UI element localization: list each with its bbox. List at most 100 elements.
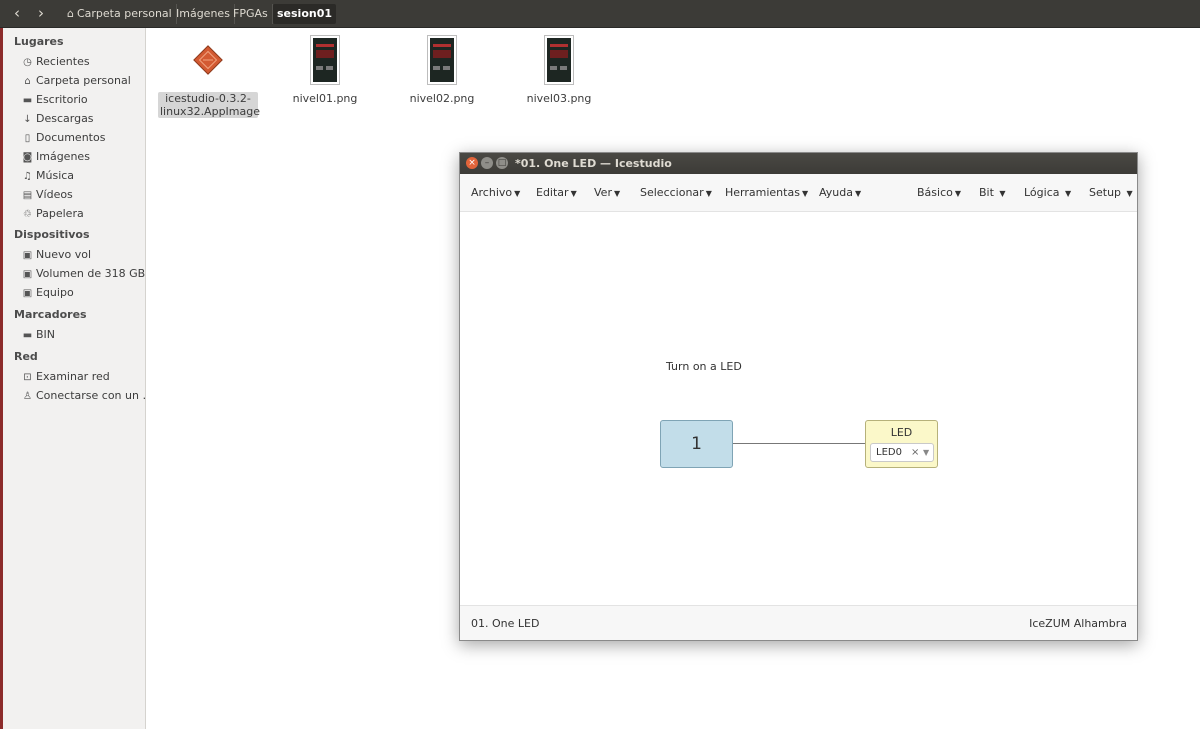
home-icon: ⌂ [24,76,31,87]
maximize-button[interactable]: □ [496,157,508,169]
file-nivel01[interactable]: nivel01.png [290,34,360,105]
sidebar-item-label: Nuevo vol [36,248,91,261]
sidebar-item-label: Papelera [36,207,84,220]
download-icon: ↓ [23,114,32,125]
menu-label: Lógica [1024,186,1060,199]
png-thumbnail [524,34,594,86]
menu-bar: Archivo ▼ Editar ▼ Ver ▼ Seleccionar ▼ Herra… [460,174,1137,212]
appimage-thumbnail [158,34,258,86]
sidebar-item-carpeta-personal[interactable]: ⌂ Carpeta personal [21,72,145,90]
folder-icon: ▬ [22,95,33,106]
menu-label: Setup [1089,186,1122,199]
caret-down-icon: ▼ [1065,189,1072,198]
sidebar-item-nuevo-vol[interactable]: ▣ Nuevo vol [21,246,145,264]
sidebar-item-papelera[interactable]: ♲ Papelera [21,205,145,223]
sidebar-item-recientes[interactable]: ◷ Recientes [21,53,145,71]
menu-label: Ayuda [819,186,853,199]
menu-bit[interactable]: Bit ▼ [979,174,1006,212]
file-label: nivel03.png [526,92,592,105]
caret-down-icon: ▼ [999,189,1006,198]
breadcrumb-label: Carpeta personal [76,7,172,20]
led-pin-value: LED0 [876,447,902,458]
folder-icon: ▬ [22,330,33,341]
sidebar-item-examinar-red[interactable]: ⊡ Examinar red [21,368,145,386]
menu-label: Bit [979,186,994,199]
sidebar-item-conectarse[interactable]: ♙ Conectarse con un … [21,387,145,405]
clear-icon[interactable]: × [911,444,919,461]
caret-down-icon: ▼ [1126,189,1133,198]
sidebar-item-descargas[interactable]: ↓ Descargas [21,110,145,128]
sidebar-item-label: Equipo [36,286,74,299]
menu-ver[interactable]: Ver ▼ [594,174,620,212]
sidebar-item-imagenes[interactable]: ◙ Imágenes [21,148,145,166]
chevron-right-icon: › [38,4,44,22]
sidebar-item-label: Música [36,169,75,182]
led-output-block[interactable]: LED LED0 × ▼ [865,420,938,468]
minimize-button[interactable]: – [481,157,493,169]
comment-text[interactable]: Turn on a LED [666,360,742,373]
design-canvas[interactable]: Turn on a LED 1 LED LED0 × ▼ [460,212,1137,605]
sidebar-section-marcadores: Marcadores [14,308,87,321]
back-button[interactable]: ‹ [6,3,28,25]
clock-icon: ◷ [23,57,32,68]
minimize-icon: – [484,158,490,168]
menu-setup[interactable]: Setup ▼ [1089,174,1133,212]
sidebar-section-lugares: Lugares [14,35,64,48]
caret-down-icon: ▼ [514,189,521,198]
chevron-left-icon: ‹ [14,4,20,22]
music-icon: ♫ [23,171,32,182]
sidebar-item-equipo[interactable]: ▣ Equipo [21,284,145,302]
file-nivel02[interactable]: nivel02.png [407,34,477,105]
caret-down-icon: ▼ [954,189,962,198]
sidebar-item-label: Carpeta personal [36,74,131,87]
led-pin-select[interactable]: LED0 × ▼ [870,443,934,462]
camera-icon: ◙ [22,152,33,163]
sidebar-item-label: Examinar red [36,370,110,383]
sidebar-item-bin[interactable]: ▬ BIN [21,326,145,344]
breadcrumb-fpgas[interactable]: FPGAs [229,4,273,24]
menu-ayuda[interactable]: Ayuda ▼ [819,174,861,212]
caret-down-icon: ▼ [705,189,712,198]
server-icon: ♙ [23,391,32,402]
sidebar-item-escritorio[interactable]: ▬ Escritorio [21,91,145,109]
menu-basico[interactable]: Básico ▼ [917,174,961,212]
dropdown-arrow-icon[interactable]: ▼ [923,444,929,461]
sidebar-item-documentos[interactable]: ▯ Documentos [21,129,145,147]
close-button[interactable]: × [466,157,478,169]
wire[interactable] [733,443,866,444]
sidebar-section-red: Red [14,350,38,363]
appimage-icon [193,45,223,75]
board-name[interactable]: IceZUM Alhambra [1029,606,1127,641]
image-thumbnail-icon [544,35,574,85]
constant-block[interactable]: 1 [660,420,733,468]
menu-herramientas[interactable]: Herramientas ▼ [725,174,808,212]
window-titlebar[interactable]: × – □ *01. One LED — Icestudio [460,153,1137,174]
sidebar-item-label: Volumen de 318 GB [36,267,145,280]
menu-archivo[interactable]: Archivo ▼ [471,174,520,212]
file-label: nivel02.png [409,92,475,105]
sidebar-item-videos[interactable]: ▤ Vídeos [21,186,145,204]
file-label: icestudio-0.3.2-linux32.AppImage [158,92,260,118]
sidebar-item-volumen-318[interactable]: ▣ Volumen de 318 GB [21,265,145,283]
network-icon: ⊡ [23,372,32,383]
breadcrumb-sesion01[interactable]: sesion01 [273,4,337,24]
drive-icon: ▣ [22,269,33,280]
sidebar-item-label: Documentos [36,131,106,144]
menu-editar[interactable]: Editar ▼ [536,174,577,212]
image-thumbnail-icon [427,35,457,85]
menu-seleccionar[interactable]: Seleccionar ▼ [640,174,712,212]
file-appimage[interactable]: icestudio-0.3.2-linux32.AppImage [158,34,260,118]
caret-down-icon: ▼ [613,189,621,198]
menu-logica[interactable]: Lógica ▼ [1024,174,1071,212]
status-footer: 01. One LED IceZUM Alhambra [460,605,1137,640]
sidebar-item-label: Recientes [36,55,90,68]
breadcrumb-imagenes[interactable]: Imágenes [172,4,235,24]
caret-down-icon: ▼ [570,189,577,198]
forward-button[interactable]: › [30,3,52,25]
sidebar-item-musica[interactable]: ♫ Música [21,167,145,185]
file-nivel03[interactable]: nivel03.png [524,34,594,105]
breadcrumb-home[interactable]: ⌂ Carpeta personal [63,4,177,24]
menu-label: Ver [594,186,612,199]
file-label: nivel01.png [292,92,358,105]
menu-label: Seleccionar [640,186,704,199]
